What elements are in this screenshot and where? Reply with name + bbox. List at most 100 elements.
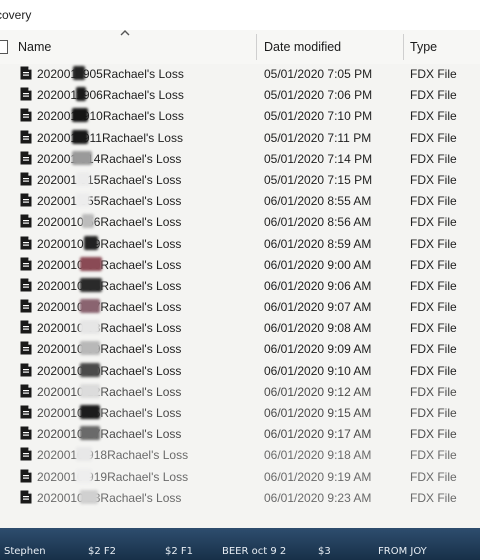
file-row[interactable]: 2020011911Rachael's Loss 05/01/2020 7:11 … <box>0 127 480 148</box>
file-name: 202001 855Rachael's Loss <box>37 194 182 209</box>
column-header-name[interactable]: Name <box>18 40 51 54</box>
file-type: FDX File <box>410 172 457 187</box>
file-date-modified: 05/01/2020 7:15 PM <box>264 172 373 187</box>
redaction-mark <box>76 171 90 186</box>
file-name: 2020010 12Rachael's Loss <box>37 384 182 399</box>
file-type: FDX File <box>410 321 457 336</box>
file-date-modified: 06/01/2020 9:08 AM <box>264 321 372 336</box>
document-icon <box>20 193 32 207</box>
taskbar-item[interactable]: BEER oct 9 2 <box>222 546 286 557</box>
file-date-modified: 06/01/2020 9:18 AM <box>264 448 372 463</box>
file-row[interactable]: 2020010 919Rachael's Loss 06/01/2020 9:19… <box>0 466 480 487</box>
document-icon <box>20 341 32 355</box>
redaction-mark <box>80 405 100 419</box>
redaction-mark <box>80 320 100 335</box>
redaction-mark <box>80 362 100 377</box>
file-date-modified: 06/01/2020 8:56 AM <box>264 215 372 230</box>
file-name: 2020011911Rachael's Loss <box>37 130 183 145</box>
document-icon <box>20 447 32 461</box>
file-row[interactable]: 2020010 15Rachael's Loss 06/01/2020 9:15 … <box>0 402 480 423</box>
document-icon <box>20 66 32 80</box>
file-name: 2020010 09Rachael's Loss <box>37 342 182 357</box>
file-type: FDX File <box>410 342 457 357</box>
file-name: 2020010 56Rachael's Loss <box>37 215 182 230</box>
file-row[interactable]: 202001 914Rachael's Loss 05/01/2020 7:14 … <box>0 148 480 169</box>
document-icon <box>20 426 32 440</box>
file-date-modified: 05/01/2020 7:10 PM <box>264 109 373 124</box>
file-date-modified: 06/01/2020 9:19 AM <box>264 469 372 484</box>
breadcrumb[interactable]: covery <box>0 0 480 31</box>
file-date-modified: 06/01/2020 9:10 AM <box>264 363 372 378</box>
file-type: FDX File <box>410 236 457 251</box>
document-icon <box>20 363 32 377</box>
file-row[interactable]: 2020010 06Rachael's Loss 06/01/2020 9:06 … <box>0 275 480 296</box>
redaction-mark <box>82 214 94 229</box>
file-row[interactable]: 2020010 09Rachael's Loss 06/01/2020 9:09 … <box>0 338 480 359</box>
redaction-mark <box>80 341 100 356</box>
document-icon <box>20 299 32 313</box>
file-type: FDX File <box>410 88 457 103</box>
file-date-modified: 05/01/2020 7:05 PM <box>264 67 373 81</box>
file-type: FDX File <box>410 278 457 293</box>
file-type: FDX File <box>410 67 457 81</box>
file-type: FDX File <box>410 215 457 230</box>
taskbar-item[interactable]: $2 F2 <box>88 546 116 557</box>
file-row[interactable]: 2020011910Rachael's Loss 05/01/2020 7:10 … <box>0 105 480 126</box>
redaction-mark <box>80 256 102 271</box>
file-type: FDX File <box>410 363 457 378</box>
file-name: 2020011906Rachael's Loss <box>37 88 184 103</box>
file-date-modified: 05/01/2020 7:14 PM <box>264 151 373 166</box>
file-name: 2020010 59Rachael's Loss <box>37 236 182 251</box>
document-icon <box>20 108 32 122</box>
file-row[interactable]: 2020010 23Rachael's Loss 06/01/2020 9:23 … <box>0 487 480 508</box>
file-type: FDX File <box>410 406 457 420</box>
file-row[interactable]: 2020010 07Rachael's Loss 06/01/2020 9:07 … <box>0 296 480 317</box>
chevron-up-icon <box>120 30 130 36</box>
file-row[interactable]: 2020011906Rachael's Loss 05/01/2020 7:06 … <box>0 84 480 105</box>
redaction-mark <box>73 66 85 80</box>
file-row[interactable]: 2020010 56Rachael's Loss 06/01/2020 8:56 … <box>0 211 480 232</box>
file-date-modified: 06/01/2020 8:55 AM <box>264 194 372 209</box>
file-name: 2020010 919Rachael's Loss <box>37 469 189 484</box>
file-date-modified: 06/01/2020 9:17 AM <box>264 427 372 442</box>
select-all-checkbox[interactable] <box>0 40 8 54</box>
breadcrumb-label: covery <box>0 8 32 22</box>
file-row[interactable]: 2020010 59Rachael's Loss 06/01/2020 8:59 … <box>0 233 480 254</box>
redaction-mark <box>80 299 100 314</box>
column-divider[interactable] <box>256 34 257 60</box>
column-header-bar <box>0 30 480 64</box>
file-row[interactable]: 202001 915Rachael's Loss 05/01/2020 7:15 … <box>0 169 480 190</box>
redaction-mark <box>72 150 92 165</box>
file-row[interactable]: 2020011905Rachael's Loss 05/01/2020 7:05 … <box>0 63 480 84</box>
redaction-mark <box>72 129 88 144</box>
file-date-modified: 05/01/2020 7:11 PM <box>264 130 372 145</box>
file-row[interactable]: 2020010 10Rachael's Loss 06/01/2020 9:10 … <box>0 360 480 381</box>
column-header-date-modified[interactable]: Date modified <box>264 40 341 54</box>
document-icon <box>20 236 32 249</box>
redaction-mark <box>80 383 100 398</box>
file-row[interactable]: 2020010 17Rachael's Loss 06/01/2020 9:17 … <box>0 423 480 444</box>
file-type: FDX File <box>410 427 457 442</box>
document-icon <box>20 490 32 504</box>
file-row[interactable]: 2020010 918Rachael's Loss 06/01/2020 9:18… <box>0 444 480 465</box>
taskbar-item[interactable]: Stephen <box>4 546 46 557</box>
column-header-type[interactable]: Type <box>410 40 437 54</box>
document-icon <box>20 214 32 228</box>
file-type: FDX File <box>410 384 457 399</box>
file-name: 2020010 07Rachael's Loss <box>37 300 182 315</box>
column-divider[interactable] <box>403 34 404 60</box>
taskbar-item[interactable]: FROM JOY <box>378 546 427 557</box>
file-name: 2020010 918Rachael's Loss <box>37 448 189 463</box>
file-row[interactable]: 2020010 12Rachael's Loss 06/01/2020 9:12 … <box>0 381 480 402</box>
file-name: 2020010 06Rachael's Loss <box>37 278 182 293</box>
document-icon <box>20 384 32 398</box>
file-type: FDX File <box>410 257 457 272</box>
document-icon <box>20 257 32 271</box>
file-row[interactable]: 2020010 00Rachael's Loss 06/01/2020 9:00 … <box>0 254 480 275</box>
file-name: 2020010 15Rachael's Loss <box>37 406 182 420</box>
taskbar-item[interactable]: $2 F1 <box>165 546 193 557</box>
taskbar-item[interactable]: $3 <box>318 546 331 557</box>
file-row[interactable]: 202001 855Rachael's Loss 06/01/2020 8:55 … <box>0 190 480 211</box>
redaction-mark <box>76 447 92 462</box>
file-row[interactable]: 2020010 08Rachael's Loss 06/01/2020 9:08 … <box>0 317 480 338</box>
